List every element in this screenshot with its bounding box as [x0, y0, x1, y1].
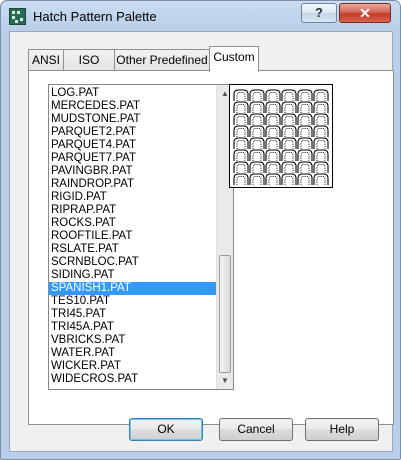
scroll-down-icon[interactable]: ▼ [217, 372, 233, 389]
list-item[interactable]: ROOFTILE.PAT [49, 230, 217, 243]
tab-custom[interactable]: Custom [209, 46, 259, 72]
tab-ansi[interactable]: ANSI [28, 49, 64, 71]
titlebar-help-button[interactable]: ? [301, 3, 337, 23]
list-item[interactable]: PARQUET4.PAT [49, 139, 217, 152]
close-icon: ✕ [359, 5, 371, 21]
window-title: Hatch Pattern Palette [33, 9, 157, 24]
hatch-pattern-palette-window: Hatch Pattern Palette ? ✕ ANSI ISO Other… [0, 0, 401, 460]
list-item[interactable]: WIDECROS.PAT [49, 373, 217, 386]
list-item[interactable]: SIDING.PAT [49, 269, 217, 282]
title-bar[interactable]: Hatch Pattern Palette ? ✕ [1, 1, 400, 31]
list-item[interactable]: TRI45A.PAT [49, 321, 217, 334]
pattern-listbox[interactable]: LOG.PAT MERCEDES.PAT MUDSTONE.PAT PARQUET2.… [48, 84, 234, 390]
tab-iso[interactable]: ISO [63, 49, 115, 71]
hatch-preview-icon [230, 85, 332, 187]
list-item[interactable]: RIPRAP.PAT [49, 204, 217, 217]
list-item[interactable]: SPANISH1.PAT [49, 282, 217, 295]
help-button[interactable]: Help [305, 418, 379, 441]
list-item[interactable]: TRI45.PAT [49, 308, 217, 321]
dialog-body: ANSI ISO Other Predefined Custom LOG.PAT… [9, 31, 394, 452]
tab-panel-custom: LOG.PAT MERCEDES.PAT MUDSTONE.PAT PARQUET2.… [28, 70, 394, 425]
list-item[interactable]: SCRNBLOC.PAT [49, 256, 217, 269]
pattern-list[interactable]: LOG.PAT MERCEDES.PAT MUDSTONE.PAT PARQUET2.… [49, 87, 217, 386]
cancel-button[interactable]: Cancel [219, 418, 293, 441]
list-item[interactable]: PAVINGBR.PAT [49, 165, 217, 178]
close-button[interactable]: ✕ [339, 3, 391, 23]
list-item[interactable]: RSLATE.PAT [49, 243, 217, 256]
app-icon [9, 8, 26, 25]
list-item[interactable]: VBRICKS.PAT [49, 334, 217, 347]
scroll-thumb[interactable] [219, 255, 231, 373]
list-item[interactable]: LOG.PAT [49, 87, 217, 100]
list-item[interactable]: WATER.PAT [49, 347, 217, 360]
pattern-preview [229, 84, 333, 188]
list-item[interactable]: PARQUET7.PAT [49, 152, 217, 165]
list-item[interactable]: PARQUET2.PAT [49, 126, 217, 139]
list-item[interactable]: ROCKS.PAT [49, 217, 217, 230]
list-item[interactable]: MERCEDES.PAT [49, 100, 217, 113]
tab-other-predefined[interactable]: Other Predefined [114, 49, 210, 71]
list-item[interactable]: MUDSTONE.PAT [49, 113, 217, 126]
list-item[interactable]: RAINDROP.PAT [49, 178, 217, 191]
list-item[interactable]: RIGID.PAT [49, 191, 217, 204]
list-item[interactable]: TES10.PAT [49, 295, 217, 308]
ok-button[interactable]: OK [129, 418, 203, 441]
list-item[interactable]: WICKER.PAT [49, 360, 217, 373]
